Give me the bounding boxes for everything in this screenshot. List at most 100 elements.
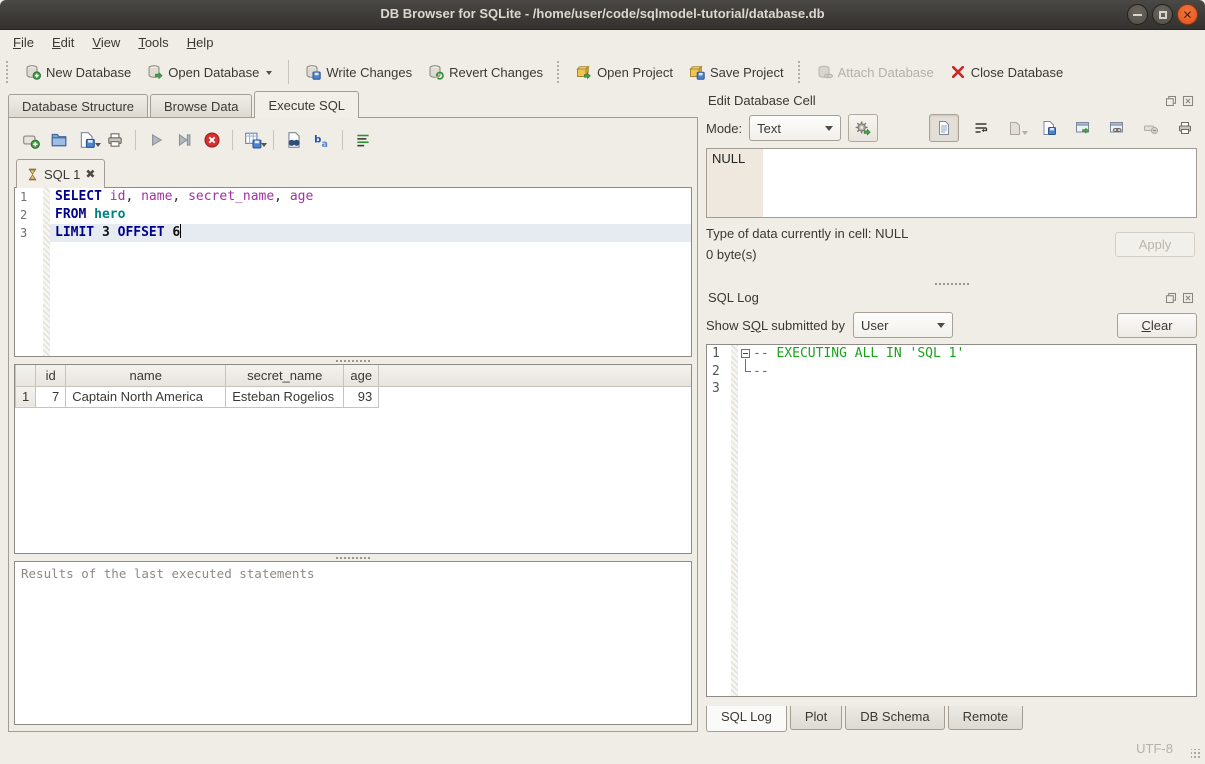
grid-cell[interactable]: 93 bbox=[344, 386, 379, 407]
open-database-dropdown-arrow[interactable] bbox=[266, 71, 272, 78]
save-results-dropdown-arrow[interactable] bbox=[261, 143, 267, 150]
column-header[interactable]: id bbox=[36, 365, 66, 386]
menu-view[interactable]: View bbox=[83, 33, 129, 52]
set-null-button bbox=[1138, 116, 1163, 141]
tab-execute-sql[interactable]: Execute SQL bbox=[254, 91, 359, 118]
word-wrap-button[interactable] bbox=[350, 127, 376, 153]
sql-token: hero bbox=[94, 207, 125, 222]
open-database-button[interactable]: Open Database bbox=[139, 59, 280, 85]
dock-tab-plot[interactable]: Plot bbox=[790, 706, 842, 730]
sql-doc-tab-close-icon[interactable]: ✖ bbox=[85, 167, 95, 181]
new-sql-tab-button[interactable] bbox=[18, 127, 44, 153]
print-sql-button[interactable] bbox=[102, 127, 128, 153]
resize-grip-icon[interactable] bbox=[1191, 749, 1201, 759]
stop-execution-button[interactable] bbox=[199, 127, 225, 153]
results-grid[interactable]: idnamesecret_nameage17Captain North Amer… bbox=[14, 364, 692, 554]
cell-value-editor[interactable]: NULL bbox=[706, 148, 1197, 218]
editor-line[interactable]: 3LIMIT 3 OFFSET 6 bbox=[15, 224, 691, 242]
toolbar-separator bbox=[342, 130, 343, 150]
open-sql-file-button[interactable] bbox=[46, 127, 72, 153]
set-null-icon bbox=[1143, 120, 1159, 136]
text-mode-button[interactable] bbox=[929, 114, 959, 142]
close-database-button[interactable]: Close Database bbox=[942, 59, 1072, 85]
menu-tools[interactable]: Tools bbox=[129, 33, 177, 52]
auto-complete-button[interactable]: b a bbox=[309, 127, 335, 153]
log-line[interactable]: 2-- bbox=[707, 363, 1196, 381]
log-line[interactable]: 3 bbox=[707, 380, 1196, 398]
column-header[interactable]: secret_name bbox=[226, 365, 344, 386]
write-changes-button[interactable]: Write Changes bbox=[297, 59, 420, 85]
print-cell-button[interactable] bbox=[1172, 116, 1197, 141]
gear-icon bbox=[854, 119, 872, 137]
auto-switch-mode-button[interactable] bbox=[848, 114, 878, 142]
float-dock-button[interactable] bbox=[1164, 291, 1178, 305]
cell-word-wrap-button[interactable] bbox=[968, 116, 993, 141]
editor-line[interactable]: 2FROM hero bbox=[15, 206, 691, 224]
execute-all-button[interactable] bbox=[143, 127, 169, 153]
sql-token: 6 bbox=[172, 225, 180, 240]
editor-grid-splitter[interactable] bbox=[14, 357, 692, 364]
titlebar[interactable]: DB Browser for SQLite - /home/user/code/… bbox=[0, 0, 1205, 30]
cell-value-body[interactable] bbox=[763, 149, 1196, 217]
row-header[interactable]: 1 bbox=[16, 386, 36, 407]
tab-browse-data[interactable]: Browse Data bbox=[150, 94, 252, 117]
minimize-button[interactable] bbox=[1127, 4, 1148, 25]
editor-line[interactable]: 1SELECT id, name, secret_name, age bbox=[15, 188, 691, 206]
dock-splitter[interactable] bbox=[706, 280, 1197, 287]
close-dock-button[interactable] bbox=[1181, 94, 1195, 108]
grid-cell[interactable]: Captain North America bbox=[66, 386, 226, 407]
log-line[interactable]: 1-- EXECUTING ALL IN 'SQL 1' bbox=[707, 345, 1196, 363]
menu-edit[interactable]: Edit bbox=[43, 33, 83, 52]
dock-tab-sql-log[interactable]: SQL Log bbox=[706, 706, 787, 732]
fold-collapse-icon[interactable] bbox=[741, 349, 750, 358]
clear-log-button[interactable]: Clear bbox=[1117, 313, 1197, 338]
sql-token bbox=[110, 225, 118, 240]
close-button[interactable]: ✕ bbox=[1177, 4, 1198, 25]
grid-message-splitter[interactable] bbox=[14, 554, 692, 561]
save-sql-dropdown-arrow[interactable] bbox=[95, 143, 101, 150]
close-dock-button[interactable] bbox=[1181, 291, 1195, 305]
menu-file[interactable]: File bbox=[4, 33, 43, 52]
fold-column bbox=[738, 363, 753, 381]
grid-corner[interactable] bbox=[16, 365, 36, 386]
sql-log-editor[interactable]: 1-- EXECUTING ALL IN 'SQL 1'2--3 bbox=[706, 344, 1197, 697]
results-message-box[interactable]: Results of the last executed statements bbox=[14, 561, 692, 725]
float-dock-button[interactable] bbox=[1164, 94, 1178, 108]
fold-column bbox=[738, 380, 753, 398]
revert-changes-button[interactable]: Revert Changes bbox=[420, 59, 551, 85]
copy-link-button[interactable] bbox=[1104, 116, 1129, 141]
dock-tab-db-schema[interactable]: DB Schema bbox=[845, 706, 944, 730]
toolbar-drag-handle[interactable] bbox=[557, 61, 563, 83]
sql-doc-tab[interactable]: SQL 1 ✖ bbox=[16, 159, 105, 188]
maximize-button[interactable] bbox=[1152, 4, 1173, 25]
sql-editor[interactable]: 1SELECT id, name, secret_name, age2FROM … bbox=[14, 187, 692, 357]
tab-database-structure[interactable]: Database Structure bbox=[8, 94, 148, 117]
table-row[interactable]: 17Captain North AmericaEsteban Rogelios9… bbox=[16, 386, 692, 407]
grid-cell[interactable]: 7 bbox=[36, 386, 66, 407]
save-sql-file-button[interactable] bbox=[74, 127, 100, 153]
cell-value-text: NULL bbox=[712, 151, 745, 166]
new-database-button[interactable]: New Database bbox=[17, 59, 139, 85]
execute-current-line-button[interactable] bbox=[171, 127, 197, 153]
svg-text:a: a bbox=[321, 139, 327, 149]
sql-log-filter-select[interactable]: User bbox=[853, 312, 953, 338]
find-button[interactable] bbox=[281, 127, 307, 153]
column-header[interactable]: name bbox=[66, 365, 226, 386]
open-in-external-button[interactable] bbox=[1070, 116, 1095, 141]
edit-cell-dock-titlebar: Edit Database Cell bbox=[706, 90, 1197, 111]
maximize-icon bbox=[1159, 11, 1167, 19]
save-project-button[interactable]: Save Project bbox=[681, 59, 792, 85]
toolbar-separator bbox=[273, 130, 274, 150]
grid-cell[interactable]: Esteban Rogelios bbox=[226, 386, 344, 407]
open-project-button[interactable]: Open Project bbox=[568, 59, 681, 85]
toolbar-drag-handle[interactable] bbox=[6, 61, 12, 83]
mode-select[interactable]: Text bbox=[749, 115, 841, 141]
revert-changes-label: Revert Changes bbox=[449, 65, 543, 80]
column-header[interactable]: age bbox=[344, 365, 379, 386]
toolbar-separator bbox=[232, 130, 233, 150]
toolbar-drag-handle[interactable] bbox=[798, 61, 804, 83]
dock-tab-remote[interactable]: Remote bbox=[948, 706, 1024, 730]
save-results-button[interactable] bbox=[240, 127, 266, 153]
export-cell-data-button[interactable] bbox=[1036, 116, 1061, 141]
menu-help[interactable]: Help bbox=[178, 33, 223, 52]
